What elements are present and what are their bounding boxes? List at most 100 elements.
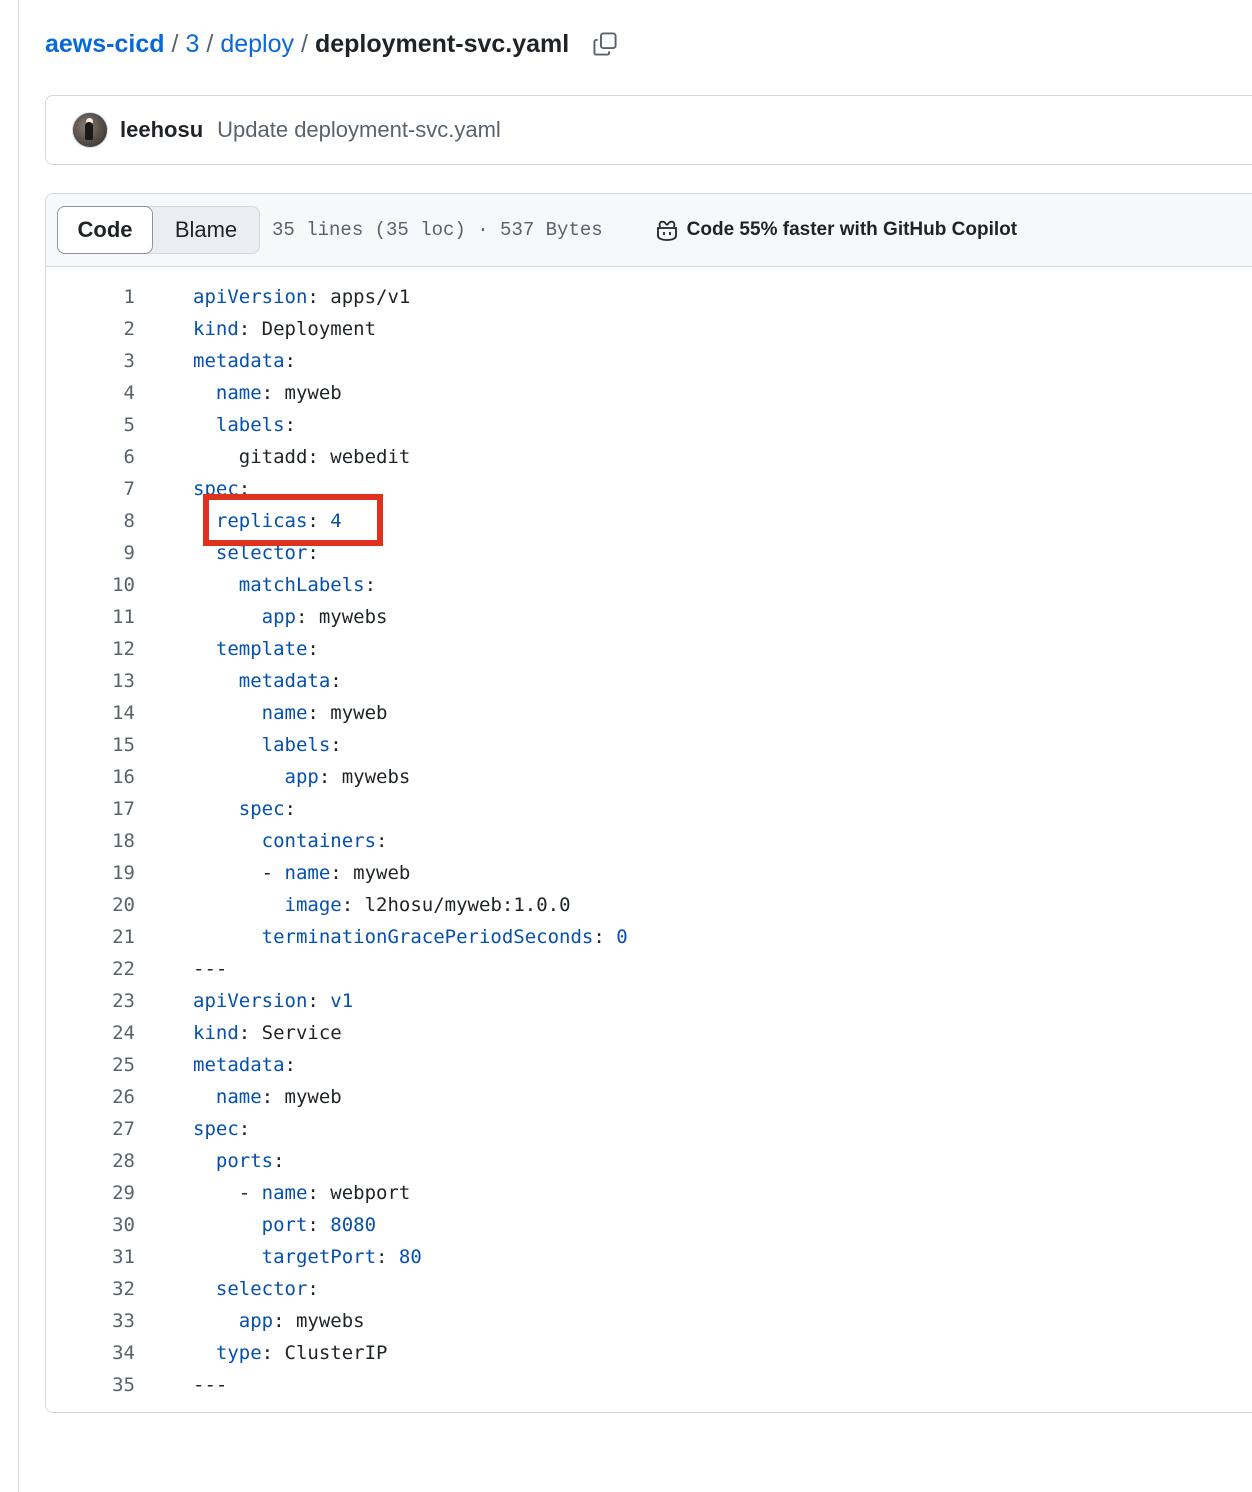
line-number[interactable]: 22	[46, 958, 135, 980]
yaml-separator: :	[238, 318, 262, 340]
code-line: 31 targetPort: 80	[46, 1241, 1252, 1273]
line-number[interactable]: 15	[46, 734, 135, 756]
code-line: 12 template:	[46, 633, 1252, 665]
line-number[interactable]: 25	[46, 1054, 135, 1076]
yaml-value: mywebs	[341, 766, 411, 788]
line-number[interactable]: 28	[46, 1150, 135, 1172]
code-line: 11 app: mywebs	[46, 601, 1252, 633]
line-number[interactable]: 31	[46, 1246, 135, 1268]
line-number[interactable]: 32	[46, 1278, 135, 1300]
code-line: 30 port: 8080	[46, 1209, 1252, 1241]
code-view: 1 apiVersion: apps/v1 2 kind: Deployment 3 me…	[46, 267, 1252, 1401]
line-code: apiVersion: v1	[193, 990, 353, 1012]
line-number[interactable]: 29	[46, 1182, 135, 1204]
code-line: 2 kind: Deployment	[46, 313, 1252, 345]
line-number[interactable]: 34	[46, 1342, 135, 1364]
line-code: apiVersion: apps/v1	[193, 286, 410, 308]
line-number[interactable]: 26	[46, 1086, 135, 1108]
line-number[interactable]: 33	[46, 1310, 135, 1332]
line-number[interactable]: 1	[46, 286, 135, 308]
line-number[interactable]: 24	[46, 1022, 135, 1044]
line-number[interactable]: 35	[46, 1374, 135, 1396]
yaml-separator: :	[341, 894, 365, 916]
line-code: name: myweb	[193, 702, 388, 724]
commit-author-link[interactable]: leehosu	[120, 117, 203, 143]
line-number[interactable]: 16	[46, 766, 135, 788]
yaml-key: name	[261, 1182, 308, 1204]
yaml-separator: :	[295, 606, 319, 628]
line-number[interactable]: 9	[46, 542, 135, 564]
line-number[interactable]: 4	[46, 382, 135, 404]
code-line: 28 ports:	[46, 1145, 1252, 1177]
line-number[interactable]: 7	[46, 478, 135, 500]
yaml-value: myweb	[284, 382, 342, 404]
yaml-separator: :	[307, 990, 331, 1012]
line-number[interactable]: 19	[46, 862, 135, 884]
code-line: 16 app: mywebs	[46, 761, 1252, 793]
yaml-value: 80	[398, 1246, 422, 1268]
line-number[interactable]: 11	[46, 606, 135, 628]
tab-blame[interactable]: Blame	[153, 207, 259, 253]
code-line: 8 replicas: 4	[46, 505, 1252, 537]
copilot-promo-link[interactable]: Code 55% faster with GitHub Copilot	[655, 219, 1017, 241]
line-number[interactable]: 6	[46, 446, 135, 468]
yaml-separator: :	[376, 830, 388, 852]
line-number[interactable]: 20	[46, 894, 135, 916]
line-number[interactable]: 13	[46, 670, 135, 692]
line-number[interactable]: 8	[46, 510, 135, 532]
line-code: labels:	[193, 734, 342, 756]
code-line: 5 labels:	[46, 409, 1252, 441]
avatar[interactable]	[72, 112, 108, 148]
copy-icon[interactable]	[591, 30, 619, 58]
breadcrumb-folder-deploy-link[interactable]: deploy	[220, 30, 294, 59]
yaml-key: image	[284, 894, 342, 916]
line-number[interactable]: 14	[46, 702, 135, 724]
line-code: selector:	[193, 542, 319, 564]
line-number[interactable]: 12	[46, 638, 135, 660]
line-number[interactable]: 23	[46, 990, 135, 1012]
breadcrumb: aews-cicd / 3 / deploy / deployment-svc.…	[45, 26, 619, 62]
line-number[interactable]: 10	[46, 574, 135, 596]
code-line: 32 selector:	[46, 1273, 1252, 1305]
yaml-value: l2hosu/myweb:1.0.0	[364, 894, 571, 916]
yaml-key: spec	[193, 1118, 239, 1140]
yaml-value: 4	[330, 510, 342, 532]
yaml-key: apiVersion	[193, 286, 308, 308]
commit-message-link[interactable]: Update deployment-svc.yaml	[217, 117, 501, 143]
code-blame-toggle: Code Blame	[57, 206, 260, 254]
breadcrumb-folder-3-link[interactable]: 3	[185, 30, 199, 59]
line-number[interactable]: 30	[46, 1214, 135, 1236]
line-code: metadata:	[193, 350, 296, 372]
yaml-separator: :	[261, 1342, 285, 1364]
line-code: - name: myweb	[193, 862, 411, 884]
line-code: ---	[193, 1374, 227, 1396]
line-code: labels:	[193, 414, 296, 436]
yaml-value: apps/v1	[330, 286, 411, 308]
line-number[interactable]: 5	[46, 414, 135, 436]
line-code: metadata:	[193, 1054, 296, 1076]
line-number[interactable]: 3	[46, 350, 135, 372]
yaml-separator: :	[330, 862, 354, 884]
yaml-value: Service	[261, 1022, 342, 1044]
line-number[interactable]: 17	[46, 798, 135, 820]
yaml-separator: :	[307, 1214, 331, 1236]
yaml-separator: :	[330, 734, 342, 756]
line-number[interactable]: 27	[46, 1118, 135, 1140]
line-number[interactable]: 21	[46, 926, 135, 948]
tab-code[interactable]: Code	[57, 206, 153, 254]
line-code: app: mywebs	[193, 766, 411, 788]
line-number[interactable]: 18	[46, 830, 135, 852]
yaml-key: targetPort	[261, 1246, 377, 1268]
breadcrumb-repo-link[interactable]: aews-cicd	[45, 30, 165, 59]
yaml-key: metadata	[238, 670, 331, 692]
yaml-key: metadata	[193, 1054, 285, 1076]
yaml-value: mywebs	[295, 1310, 365, 1332]
line-number[interactable]: 2	[46, 318, 135, 340]
line-code: port: 8080	[193, 1214, 376, 1236]
